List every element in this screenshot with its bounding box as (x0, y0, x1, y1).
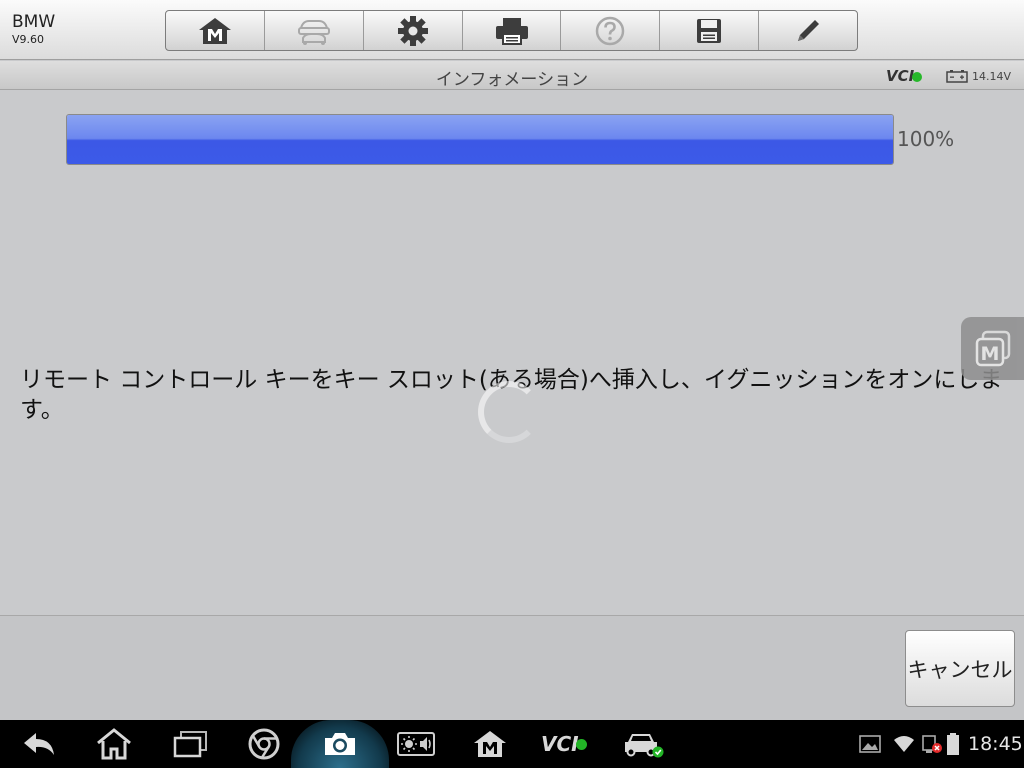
progress-percentage: 100% (897, 127, 955, 151)
cancel-button[interactable]: キャンセル (905, 630, 1015, 707)
edit-button[interactable] (759, 11, 857, 50)
back-arrow-icon (24, 733, 54, 755)
gallery-notification (858, 720, 882, 768)
vci-label: VCI (886, 67, 915, 85)
network-error-icon (922, 735, 942, 753)
back-button[interactable] (20, 720, 58, 768)
action-area (0, 615, 1024, 720)
wifi-status (892, 720, 916, 768)
brand-name: BMW (12, 12, 56, 32)
brand-block: BMW V9.60 (12, 12, 55, 48)
camera-app[interactable] (322, 720, 358, 768)
main-toolbar (165, 10, 858, 51)
brightness-volume-icon (397, 732, 435, 756)
camera-icon (325, 733, 355, 755)
image-icon (859, 735, 881, 753)
home-m-app-icon (474, 731, 506, 757)
system-clock: 18:45 (968, 733, 1023, 755)
print-button[interactable] (463, 11, 562, 50)
wifi-icon (894, 736, 914, 752)
home-button[interactable] (166, 11, 265, 50)
float-m-label: M (980, 343, 999, 365)
vci-status: VCI (886, 67, 923, 85)
pencil-icon (798, 19, 820, 41)
settings-button[interactable] (364, 11, 463, 50)
gear-icon (397, 15, 428, 46)
home-icon (97, 728, 131, 760)
check-icon (912, 72, 923, 82)
floating-home-button[interactable]: M (961, 317, 1024, 380)
maxisys-app[interactable] (472, 720, 508, 768)
car-check-icon (625, 734, 664, 758)
vehicle-swap-button[interactable] (265, 11, 364, 50)
save-button[interactable] (660, 11, 760, 50)
chrome-app[interactable] (248, 720, 280, 768)
printer-icon (495, 17, 528, 45)
loading-spinner-icon (478, 381, 540, 443)
device-battery-icon (947, 733, 959, 755)
app-header: BMW V9.60 (0, 0, 1024, 60)
voltage-reading: 14.14V (972, 70, 1012, 83)
app-version: V9.60 (12, 33, 45, 46)
vehicle-app[interactable] (622, 720, 664, 768)
vci-manager-app[interactable]: VCI (541, 720, 587, 768)
recent-apps-icon (173, 731, 207, 758)
help-icon (596, 16, 625, 45)
battery-icon (946, 70, 968, 83)
progress-bar (66, 114, 894, 165)
display-settings-app[interactable] (396, 720, 436, 768)
nav-vci-check-icon (575, 738, 587, 750)
home-nav-button[interactable] (95, 720, 133, 768)
page-title: インフォメーション (435, 70, 589, 90)
title-bar: インフォメーション VCI 14.14V (0, 61, 1024, 90)
progress-fill (67, 115, 893, 164)
recent-apps-button[interactable] (172, 720, 208, 768)
help-button[interactable] (561, 11, 661, 50)
chrome-icon (248, 728, 280, 760)
battery-status (946, 720, 960, 768)
home-m-icon (198, 17, 231, 44)
car-swap-icon (297, 19, 330, 45)
nav-vci-label: VCI (541, 732, 579, 756)
m-logo-icon: M (975, 330, 1010, 366)
network-status (920, 720, 944, 768)
floppy-disk-icon (697, 18, 722, 43)
